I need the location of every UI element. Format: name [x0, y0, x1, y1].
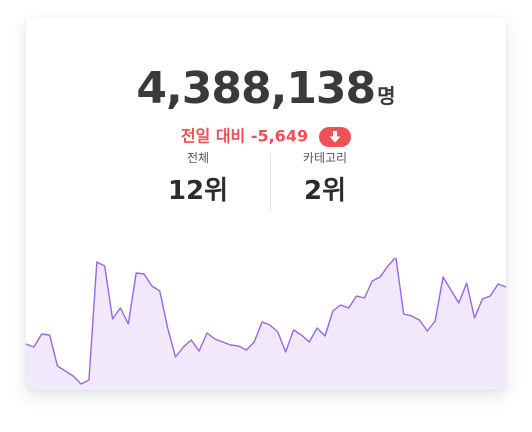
total-count: 4,388,138 명 — [26, 63, 506, 114]
rank-category-label: 카테고리 — [302, 151, 348, 165]
rank-category-value: 2위 — [303, 176, 346, 206]
daily-change-text: 전일 대비 -5,649 — [180, 126, 309, 146]
stats-card: 4,388,138 명 전일 대비 -5,649 전체 12위 카테고리 2위 — [26, 18, 506, 390]
daily-change: 전일 대비 -5,649 — [26, 125, 506, 148]
rank-section: 전체 12위 카테고리 2위 — [26, 150, 506, 214]
rank-overall-value: 12위 — [167, 176, 229, 206]
rank-overall-label: 전체 — [186, 151, 210, 165]
total-count-value: 4,388,138 — [136, 63, 376, 114]
down-arrow-icon — [319, 126, 352, 147]
rank-category: 카테고리 2위 — [270, 150, 380, 206]
total-count-unit: 명 — [377, 84, 396, 108]
rank-overall: 전체 12위 — [143, 150, 253, 206]
trend-chart — [26, 258, 506, 390]
